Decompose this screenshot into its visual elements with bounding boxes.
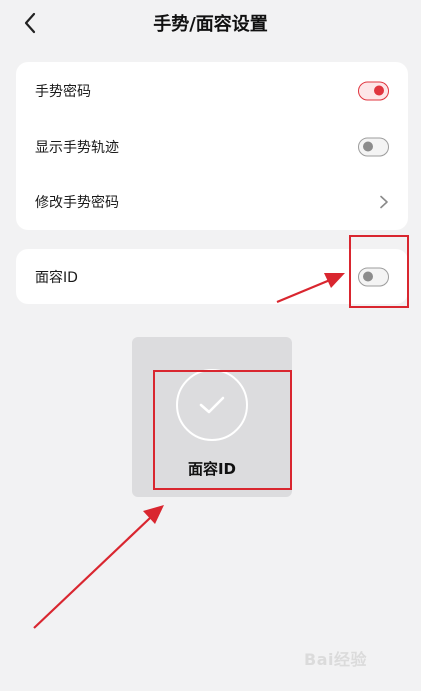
face-id-check-circle <box>176 369 248 441</box>
nav-header: 手势/面容设置 <box>0 0 421 44</box>
gesture-password-label: 手势密码 <box>35 84 91 100</box>
show-gesture-trace-label: 显示手势轨迹 <box>35 140 119 156</box>
toggle-knob <box>363 271 373 281</box>
gesture-settings-card: 手势密码 显示手势轨迹 修改手势密码 <box>16 62 408 230</box>
face-id-label: 面容ID <box>35 269 78 286</box>
row-change-gesture-password[interactable]: 修改手势密码 <box>16 174 408 230</box>
face-id-hud: 面容ID <box>132 337 292 497</box>
toggle-knob <box>374 85 384 96</box>
face-id-card: 面容ID <box>16 249 408 304</box>
baidu-jingyan-watermark: Bai经验 <box>304 640 414 672</box>
face-gesture-settings-page: 手势/面容设置 手势密码 显示手势轨迹 修改手势密码 面容ID 面容ID Bai… <box>0 0 421 691</box>
watermark-text: Bai经验 <box>304 650 367 669</box>
face-id-toggle[interactable] <box>358 267 389 286</box>
toggle-knob <box>363 141 373 152</box>
change-gesture-password-label: 修改手势密码 <box>35 195 119 211</box>
row-gesture-password[interactable]: 手势密码 <box>16 63 408 119</box>
arrow-to-face-id-icon <box>33 505 164 629</box>
show-gesture-trace-toggle[interactable] <box>358 137 389 157</box>
checkmark-icon <box>199 396 225 414</box>
row-face-id[interactable]: 面容ID <box>16 249 408 304</box>
face-id-hud-label: 面容ID <box>187 460 237 478</box>
page-title: 手势/面容设置 <box>153 14 268 35</box>
row-show-gesture-trace[interactable]: 显示手势轨迹 <box>16 119 408 175</box>
gesture-password-toggle[interactable] <box>358 81 389 101</box>
chevron-right-icon <box>380 195 388 209</box>
